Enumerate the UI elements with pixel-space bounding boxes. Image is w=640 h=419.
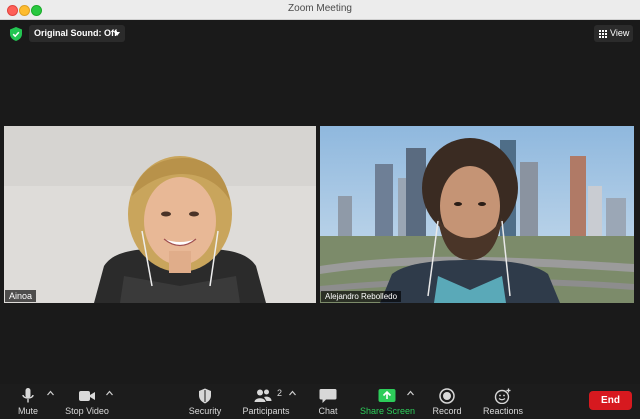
encryption-shield-icon[interactable] (8, 26, 24, 42)
grid-view-icon (599, 30, 607, 38)
original-sound-button[interactable]: Original Sound: Off (29, 25, 125, 42)
smiley-plus-icon (494, 388, 511, 404)
record-label: Record (432, 406, 462, 416)
participants-icon (254, 389, 272, 402)
reactions-label: Reactions (482, 406, 524, 416)
chat-bubble-icon (319, 389, 337, 403)
microphone-icon (22, 388, 34, 403)
video-tile-alejandro[interactable]: Alejandro Rebolledo (320, 126, 634, 303)
end-meeting-button[interactable]: End (589, 391, 632, 410)
video-tile-ainoa[interactable]: Ainoa (4, 126, 316, 303)
chat-button[interactable]: Chat (313, 384, 343, 419)
security-label: Security (188, 406, 222, 416)
share-screen-icon (378, 389, 396, 402)
view-button[interactable]: View (594, 25, 633, 42)
chat-label: Chat (318, 406, 338, 416)
record-button[interactable]: Record (430, 384, 464, 419)
video-camera-icon (79, 391, 95, 401)
mute-button[interactable]: Mute (12, 384, 44, 419)
view-label: View (610, 28, 630, 38)
reactions-button[interactable]: Reactions (480, 384, 526, 419)
participants-count: 2 (277, 388, 283, 398)
zoom-meeting-window: Zoom Meeting Original Sound: Off View Ai… (0, 0, 640, 419)
title-bar: Zoom Meeting (0, 0, 640, 20)
share-screen-button[interactable]: Share Screen (360, 384, 416, 419)
window-title: Zoom Meeting (288, 3, 352, 14)
share-screen-label: Share Screen (360, 406, 416, 416)
mute-label: Mute (17, 406, 38, 416)
chevron-up-icon[interactable] (47, 390, 54, 396)
chevron-up-icon[interactable] (289, 390, 296, 396)
original-sound-label: Original Sound: Off (34, 28, 117, 38)
participant-video-feed (320, 126, 634, 303)
security-button[interactable]: Security (183, 384, 227, 419)
participants-button[interactable]: 2 Participants (240, 384, 292, 419)
participant-video-feed (4, 126, 316, 303)
chevron-up-icon[interactable] (407, 390, 414, 396)
participant-name-tag: Alejandro Rebolledo (321, 291, 402, 302)
stop-video-label: Stop Video (65, 406, 109, 416)
participants-label: Participants (242, 406, 290, 416)
record-icon (439, 388, 455, 404)
stop-video-button[interactable]: Stop Video (62, 384, 112, 419)
security-shield-icon (199, 388, 211, 404)
chevron-up-icon[interactable] (106, 390, 113, 396)
participant-name-tag: Ainoa (5, 290, 37, 302)
meeting-toolbar: Mute Stop Video Security 2 Participants … (0, 384, 640, 419)
chevron-down-icon (114, 32, 120, 36)
